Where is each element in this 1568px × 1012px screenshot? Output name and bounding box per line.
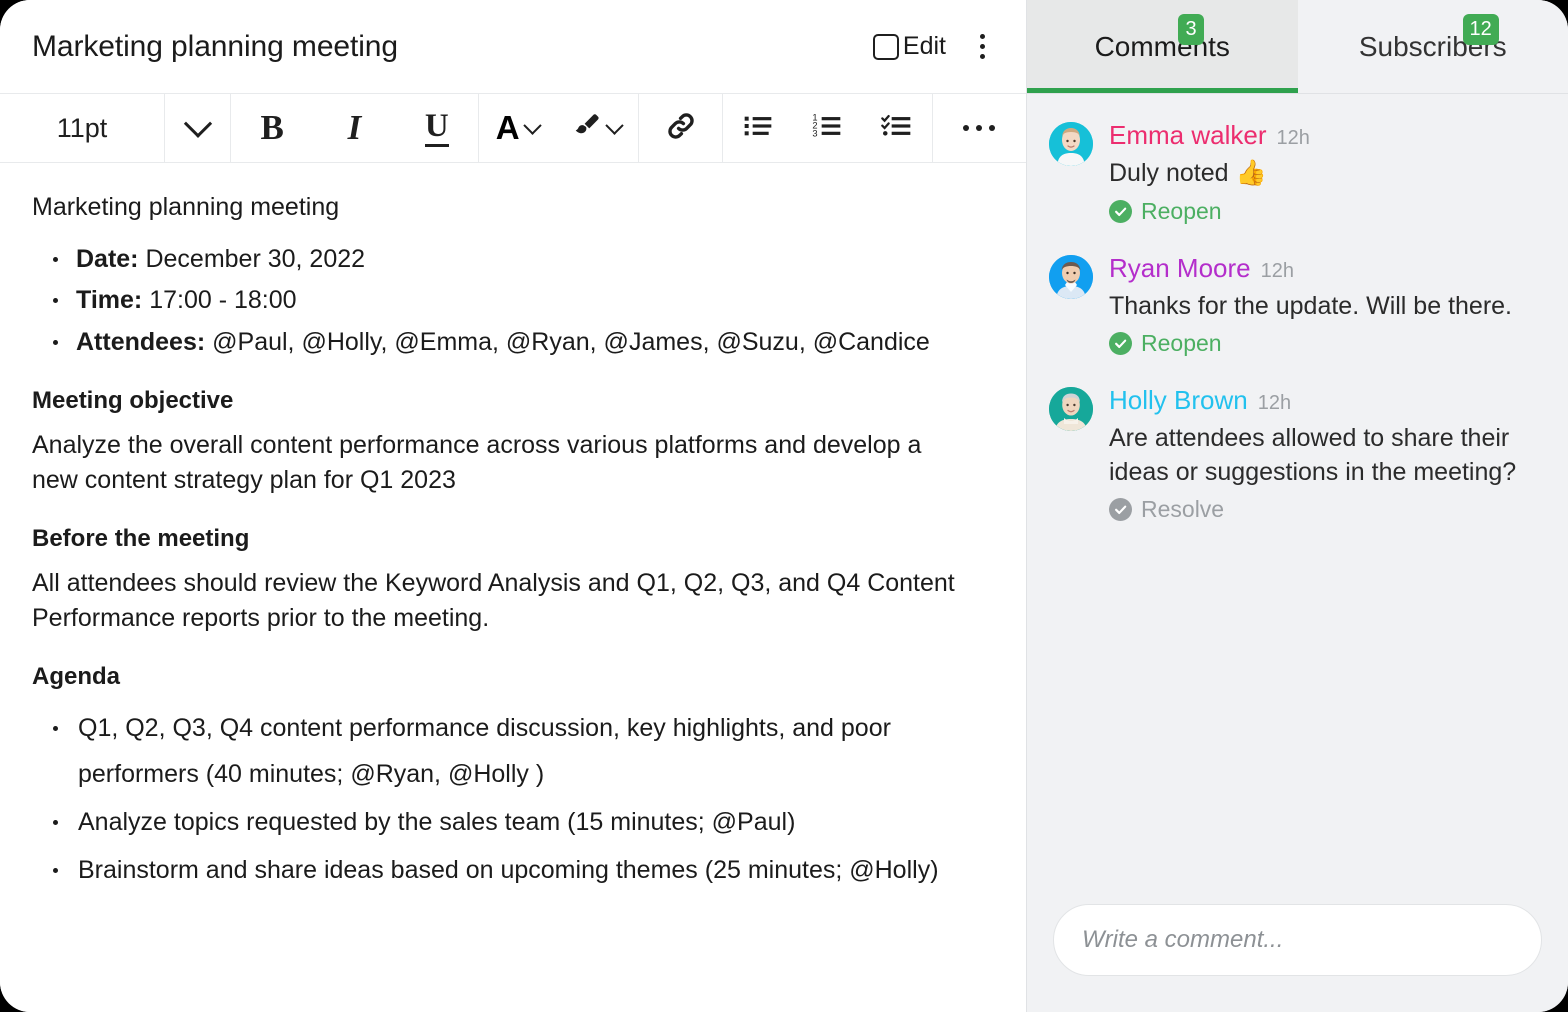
meta-value: December 30, 2022 <box>145 244 366 273</box>
meta-value: @Paul, @Holly, @Emma, @Ryan, @James, @Su… <box>212 327 930 356</box>
page-title: Marketing planning meeting <box>32 29 398 63</box>
comment-timestamp: 12h <box>1257 392 1292 414</box>
chevron-down-icon <box>605 115 624 135</box>
section-heading-before-meeting: Before the meeting <box>32 525 250 553</box>
comment-reopen-action[interactable]: Reopen <box>1109 330 1546 357</box>
link-button[interactable] <box>639 94 722 162</box>
avatar <box>1049 254 1093 299</box>
more-options-icon[interactable] <box>962 27 1002 67</box>
comment-body: Ryan Moore 12h Thanks for the update. Wi… <box>1109 253 1546 358</box>
edit-checkbox[interactable] <box>872 33 899 60</box>
font-size-value[interactable]: 11pt <box>0 94 164 162</box>
header-actions: Edit <box>872 27 1026 67</box>
section-paragraph-before-meeting: All attendees should review the Keyword … <box>32 569 955 632</box>
highlight-color-button[interactable] <box>572 94 624 162</box>
meta-label: Time: <box>76 286 143 314</box>
link-group <box>639 94 723 162</box>
tab-subscribers[interactable]: Subscribers 12 <box>1298 0 1568 93</box>
bulleted-list-icon <box>742 110 774 147</box>
meta-value: 17:00 - 18:00 <box>149 286 297 314</box>
comment-text: Duly noted 👍 <box>1109 159 1267 187</box>
section-heading-agenda: Agenda <box>32 663 121 691</box>
comment-item: Emma walker 12h Duly noted 👍 Reopen <box>1049 120 1546 225</box>
comment-resolve-action[interactable]: Resolve <box>1109 496 1546 523</box>
subscribers-count-badge: 12 <box>1462 14 1499 45</box>
list-item: Date: December 30, 2022 <box>32 239 994 281</box>
comment-timestamp: 12h <box>1260 259 1294 282</box>
chevron-down-icon[interactable] <box>165 94 230 162</box>
font-size-dropdown-group <box>165 94 231 162</box>
comment-action-label: Reopen <box>1141 197 1222 224</box>
comment-action-label: Reopen <box>1141 330 1222 356</box>
comment-header: Ryan Moore 12h <box>1109 253 1546 284</box>
edit-toggle[interactable]: Edit <box>872 32 946 61</box>
list-item: Time: 17:00 - 18:00 <box>32 280 994 322</box>
section-heading-objective: Meeting objective <box>32 387 234 414</box>
comments-sidebar: Comments 3 Subscribers 12 Emma walker 12… <box>1027 0 1568 1012</box>
app-window: Marketing planning meeting Edit 11pt B I… <box>0 0 1568 1012</box>
formatting-toolbar: 11pt B I U A 1 2 3 <box>0 93 1026 163</box>
comment-header: Emma walker 12h <box>1109 120 1546 151</box>
comment-composer <box>1027 904 1568 1012</box>
check-circle-icon <box>1109 199 1132 223</box>
comment-author[interactable]: Emma walker <box>1109 120 1266 151</box>
check-circle-icon <box>1109 498 1132 521</box>
list-group: 1 2 3 <box>723 94 933 162</box>
list-item: Q1, Q2, Q3, Q4 content performance discu… <box>32 705 994 798</box>
toolbar-overflow-icon[interactable] <box>963 125 995 131</box>
section-paragraph-objective: Analyze the overall content performance … <box>32 431 922 494</box>
comment-input[interactable] <box>1053 904 1542 976</box>
comment-body: Emma walker 12h Duly noted 👍 Reopen <box>1109 120 1546 225</box>
document-content[interactable]: Marketing planning meeting Date: Decembe… <box>0 163 1026 1012</box>
document-header: Marketing planning meeting Edit <box>0 0 1026 93</box>
comment-body: Holly Brown 12h Are attendees allowed to… <box>1109 385 1546 523</box>
list-item: Attendees: @Paul, @Holly, @Emma, @Ryan, … <box>32 322 994 364</box>
bulleted-list-button[interactable] <box>742 94 774 162</box>
comment-text: Are attendees allowed to share their ide… <box>1109 424 1517 486</box>
comment-item: Holly Brown 12h Are attendees allowed to… <box>1049 385 1546 523</box>
checklist-button[interactable] <box>881 94 913 162</box>
underline-button[interactable]: U <box>407 94 467 162</box>
comment-author[interactable]: Holly Brown <box>1109 385 1248 416</box>
italic-button[interactable]: I <box>324 94 384 162</box>
agenda-list: Q1, Q2, Q3, Q4 content performance discu… <box>32 705 994 894</box>
comment-author[interactable]: Ryan Moore <box>1109 253 1251 284</box>
check-circle-icon <box>1109 332 1132 355</box>
meta-label: Date: <box>76 244 139 273</box>
text-color-letter-icon: A <box>495 109 520 146</box>
brush-icon <box>572 111 602 146</box>
tab-comments[interactable]: Comments 3 <box>1027 0 1298 93</box>
avatar <box>1049 387 1093 431</box>
comment-timestamp: 12h <box>1276 127 1310 149</box>
avatar <box>1049 122 1093 166</box>
text-color-button[interactable]: A <box>495 94 542 162</box>
link-icon <box>664 109 698 148</box>
tab-comments-label: Comments <box>1094 30 1230 62</box>
bold-button[interactable]: B <box>242 94 302 162</box>
comments-list: Emma walker 12h Duly noted 👍 Reopen Ryan… <box>1027 94 1568 904</box>
chevron-down-icon <box>522 115 542 135</box>
sidebar-tabs: Comments 3 Subscribers 12 <box>1027 0 1568 94</box>
meeting-meta-list: Date: December 30, 2022 Time: 17:00 - 18… <box>32 239 994 364</box>
numbered-list-icon: 1 2 3 <box>811 110 843 147</box>
comments-count-badge: 3 <box>1178 14 1204 45</box>
checklist-icon <box>881 110 913 147</box>
list-item: Brainstorm and share ideas based on upco… <box>32 847 994 893</box>
document-editor-pane: Marketing planning meeting Edit 11pt B I… <box>0 0 1027 1012</box>
text-style-group: B I U <box>231 94 479 162</box>
meta-label: Attendees: <box>76 327 206 356</box>
font-size-group: 11pt <box>0 94 165 162</box>
svg-text:3: 3 <box>813 128 818 138</box>
toolbar-overflow-group <box>933 94 1026 162</box>
document-intro-line: Marketing planning meeting <box>32 193 340 221</box>
edit-label: Edit <box>902 32 946 60</box>
list-item: Analyze topics requested by the sales te… <box>32 799 994 845</box>
color-group: A <box>479 94 639 162</box>
comment-header: Holly Brown 12h <box>1109 385 1546 416</box>
comment-action-label: Resolve <box>1141 496 1225 522</box>
comment-text: Thanks for the update. Will be there. <box>1109 291 1512 320</box>
comment-item: Ryan Moore 12h Thanks for the update. Wi… <box>1049 253 1546 358</box>
numbered-list-button[interactable]: 1 2 3 <box>811 94 843 162</box>
comment-reopen-action[interactable]: Reopen <box>1109 198 1546 225</box>
